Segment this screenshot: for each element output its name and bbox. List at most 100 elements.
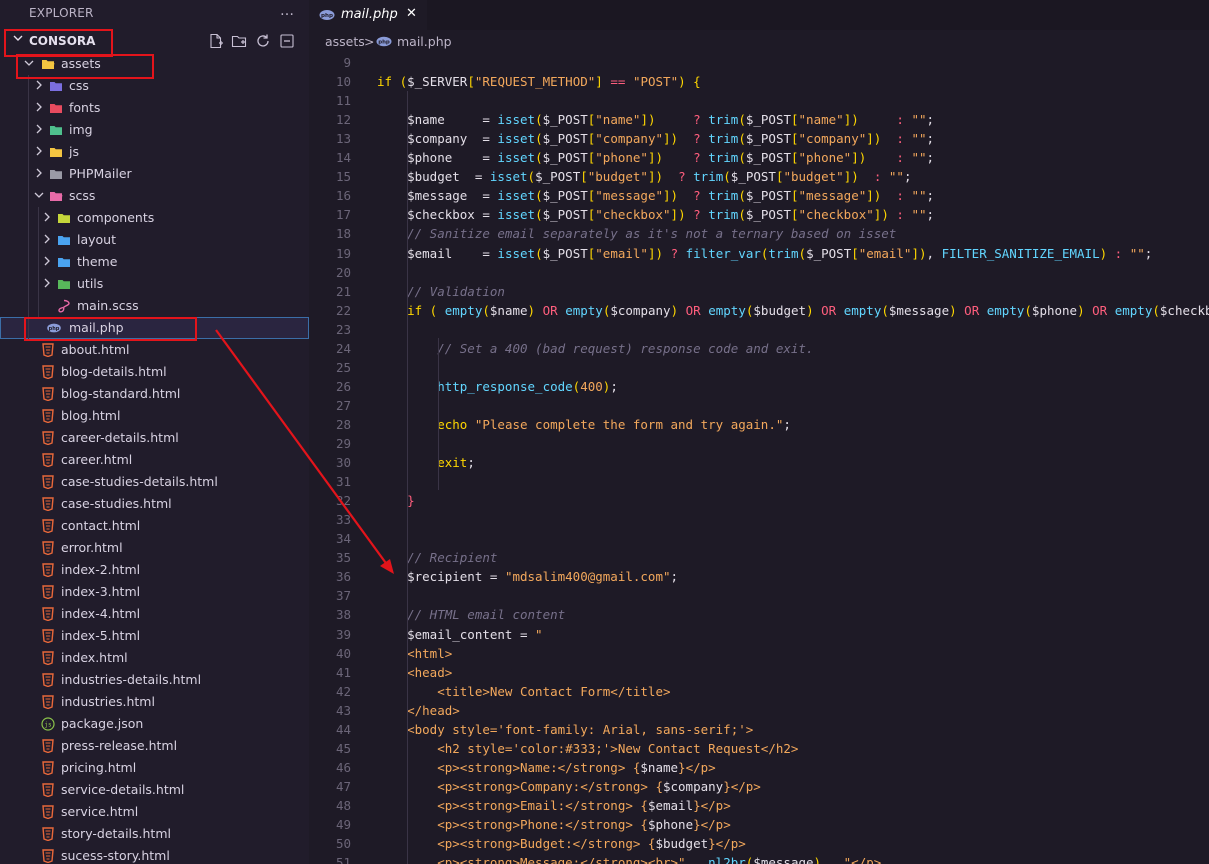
chevron-right-icon[interactable]	[41, 255, 53, 267]
chevron-right-icon[interactable]	[33, 145, 45, 157]
chevron-down-icon[interactable]	[23, 57, 35, 69]
code-editor[interactable]: 9 10 if ($_SERVER["REQUEST_METHOD"] == "PO…	[309, 53, 1209, 864]
code-line[interactable]: 48 <p><strong>Email:</strong> {$email}</…	[309, 796, 1209, 815]
tree-file-index-4-html[interactable]: index-4.html	[0, 603, 309, 625]
code-line[interactable]: 16 $message = isset($_POST["message"]) ?…	[309, 186, 1209, 205]
tree-file-service-html[interactable]: service.html	[0, 801, 309, 823]
breadcrumb-file[interactable]: mail.php	[397, 34, 452, 49]
new-file-icon[interactable]	[208, 33, 224, 49]
code-line[interactable]: 17 $checkbox = isset($_POST["checkbox"])…	[309, 205, 1209, 224]
chevron-right-icon[interactable]	[33, 79, 45, 91]
tree-folder-theme[interactable]: theme	[0, 251, 309, 273]
code-line[interactable]: 39 $email_content = "	[309, 625, 1209, 644]
tree-file-pricing-html[interactable]: pricing.html	[0, 757, 309, 779]
code-line[interactable]: 11	[309, 91, 1209, 110]
code-line[interactable]: 45 <h2 style='color:#333;'>New Contact R…	[309, 739, 1209, 758]
tree-file-package-json[interactable]: js package.json	[0, 713, 309, 735]
chevron-right-icon[interactable]	[33, 101, 45, 113]
tree-folder-img[interactable]: img	[0, 119, 309, 141]
code-line[interactable]: 15 $budget = isset($_POST["budget"]) ? t…	[309, 167, 1209, 186]
tree-folder-scss[interactable]: scss	[0, 185, 309, 207]
chevron-right-icon[interactable]	[41, 277, 53, 289]
tree-file-case-studies-html[interactable]: case-studies.html	[0, 493, 309, 515]
code-line[interactable]: 28 echo "Please complete the form and tr…	[309, 415, 1209, 434]
code-line[interactable]: 13 $company = isset($_POST["company"]) ?…	[309, 129, 1209, 148]
code-line[interactable]: 49 <p><strong>Phone:</strong> {$phone}</…	[309, 815, 1209, 834]
tree-file-industries-details-html[interactable]: industries-details.html	[0, 669, 309, 691]
tree-file-index-html[interactable]: index.html	[0, 647, 309, 669]
code-line[interactable]: 38 // HTML email content	[309, 605, 1209, 624]
tree-file-story-details-html[interactable]: story-details.html	[0, 823, 309, 845]
code-line[interactable]: 22 if ( empty($name) OR empty($company) …	[309, 301, 1209, 320]
more-actions-icon[interactable]: …	[280, 3, 294, 19]
code-line[interactable]: 41 <head>	[309, 663, 1209, 682]
code-line[interactable]: 27	[309, 396, 1209, 415]
code-line[interactable]: 34	[309, 529, 1209, 548]
code-line[interactable]: 50 <p><strong>Budget:</strong> {$budget}…	[309, 834, 1209, 853]
code-line[interactable]: 19 $email = isset($_POST["email"]) ? fil…	[309, 244, 1209, 263]
tree-file-press-release-html[interactable]: press-release.html	[0, 735, 309, 757]
collapse-all-icon[interactable]	[279, 33, 295, 49]
code-line[interactable]: 30 exit;	[309, 453, 1209, 472]
code-line[interactable]: 33	[309, 510, 1209, 529]
tree-file-contact-html[interactable]: contact.html	[0, 515, 309, 537]
code-line[interactable]: 23	[309, 320, 1209, 339]
tree-file-blog-html[interactable]: blog.html	[0, 405, 309, 427]
chevron-right-icon[interactable]	[33, 123, 45, 135]
tab-mail-php[interactable]: php mail.php ✕	[309, 0, 427, 30]
tree-folder-fonts[interactable]: fonts	[0, 97, 309, 119]
chevron-right-icon[interactable]	[33, 167, 45, 179]
refresh-icon[interactable]	[255, 33, 271, 49]
tree-folder-js[interactable]: js	[0, 141, 309, 163]
tree-file-index-3-html[interactable]: index-3.html	[0, 581, 309, 603]
code-line[interactable]: 10 if ($_SERVER["REQUEST_METHOD"] == "POS…	[309, 72, 1209, 91]
tree-file-mail-php[interactable]: php mail.php	[0, 317, 309, 339]
tree-folder-assets[interactable]: assets	[0, 53, 309, 75]
tree-file-career-html[interactable]: career.html	[0, 449, 309, 471]
tree-file-blog-details-html[interactable]: blog-details.html	[0, 361, 309, 383]
code-line[interactable]: 32 }	[309, 491, 1209, 510]
code-line[interactable]: 43 </head>	[309, 701, 1209, 720]
tree-folder-layout[interactable]: layout	[0, 229, 309, 251]
close-icon[interactable]: ✕	[406, 6, 417, 21]
code-line[interactable]: 29	[309, 434, 1209, 453]
code-line[interactable]: 35 // Recipient	[309, 548, 1209, 567]
tree-file-index-5-html[interactable]: index-5.html	[0, 625, 309, 647]
tree-folder-css[interactable]: css	[0, 75, 309, 97]
tree-folder-phpmailer[interactable]: PHPMailer	[0, 163, 309, 185]
code-line[interactable]: 37	[309, 586, 1209, 605]
code-line[interactable]: 44 <body style='font-family: Arial, sans…	[309, 720, 1209, 739]
tree-file-blog-standard-html[interactable]: blog-standard.html	[0, 383, 309, 405]
tree-file-sucess-story-html[interactable]: sucess-story.html	[0, 845, 309, 864]
code-line[interactable]: 25	[309, 358, 1209, 377]
code-line[interactable]: 14 $phone = isset($_POST["phone"]) ? tri…	[309, 148, 1209, 167]
tree-file-about-html[interactable]: about.html	[0, 339, 309, 361]
tree-file-industries-html[interactable]: industries.html	[0, 691, 309, 713]
code-line[interactable]: 36 $recipient = "mdsalim400@gmail.com";	[309, 567, 1209, 586]
code-line[interactable]: 20	[309, 263, 1209, 282]
tree-folder-utils[interactable]: utils	[0, 273, 309, 295]
code-line[interactable]: 9	[309, 53, 1209, 72]
workspace-header[interactable]: CONSORA	[0, 30, 309, 52]
chevron-right-icon[interactable]	[41, 211, 53, 223]
code-line[interactable]: 26 http_response_code(400);	[309, 377, 1209, 396]
code-line[interactable]: 42 <title>New Contact Form</title>	[309, 682, 1209, 701]
chevron-right-icon[interactable]	[41, 233, 53, 245]
tree-folder-components[interactable]: components	[0, 207, 309, 229]
code-line[interactable]: 21 // Validation	[309, 282, 1209, 301]
code-line[interactable]: 40 <html>	[309, 644, 1209, 663]
code-line[interactable]: 51 <p><strong>Message:</strong><br>" . n…	[309, 853, 1209, 864]
chevron-down-icon[interactable]	[33, 189, 45, 201]
code-line[interactable]: 18 // Sanitize email separately as it's …	[309, 224, 1209, 243]
tree-file-index-2-html[interactable]: index-2.html	[0, 559, 309, 581]
code-line[interactable]: 12 $name = isset($_POST["name"]) ? trim(…	[309, 110, 1209, 129]
tree-file-career-details-html[interactable]: career-details.html	[0, 427, 309, 449]
new-folder-icon[interactable]	[231, 33, 247, 49]
code-line[interactable]: 47 <p><strong>Company:</strong> {$compan…	[309, 777, 1209, 796]
tree-file-error-html[interactable]: error.html	[0, 537, 309, 559]
tree-file-case-studies-details-html[interactable]: case-studies-details.html	[0, 471, 309, 493]
tree-file-main-scss[interactable]: main.scss	[0, 295, 309, 317]
code-line[interactable]: 24 // Set a 400 (bad request) response c…	[309, 339, 1209, 358]
code-line[interactable]: 46 <p><strong>Name:</strong> {$name}</p>	[309, 758, 1209, 777]
tree-file-service-details-html[interactable]: service-details.html	[0, 779, 309, 801]
